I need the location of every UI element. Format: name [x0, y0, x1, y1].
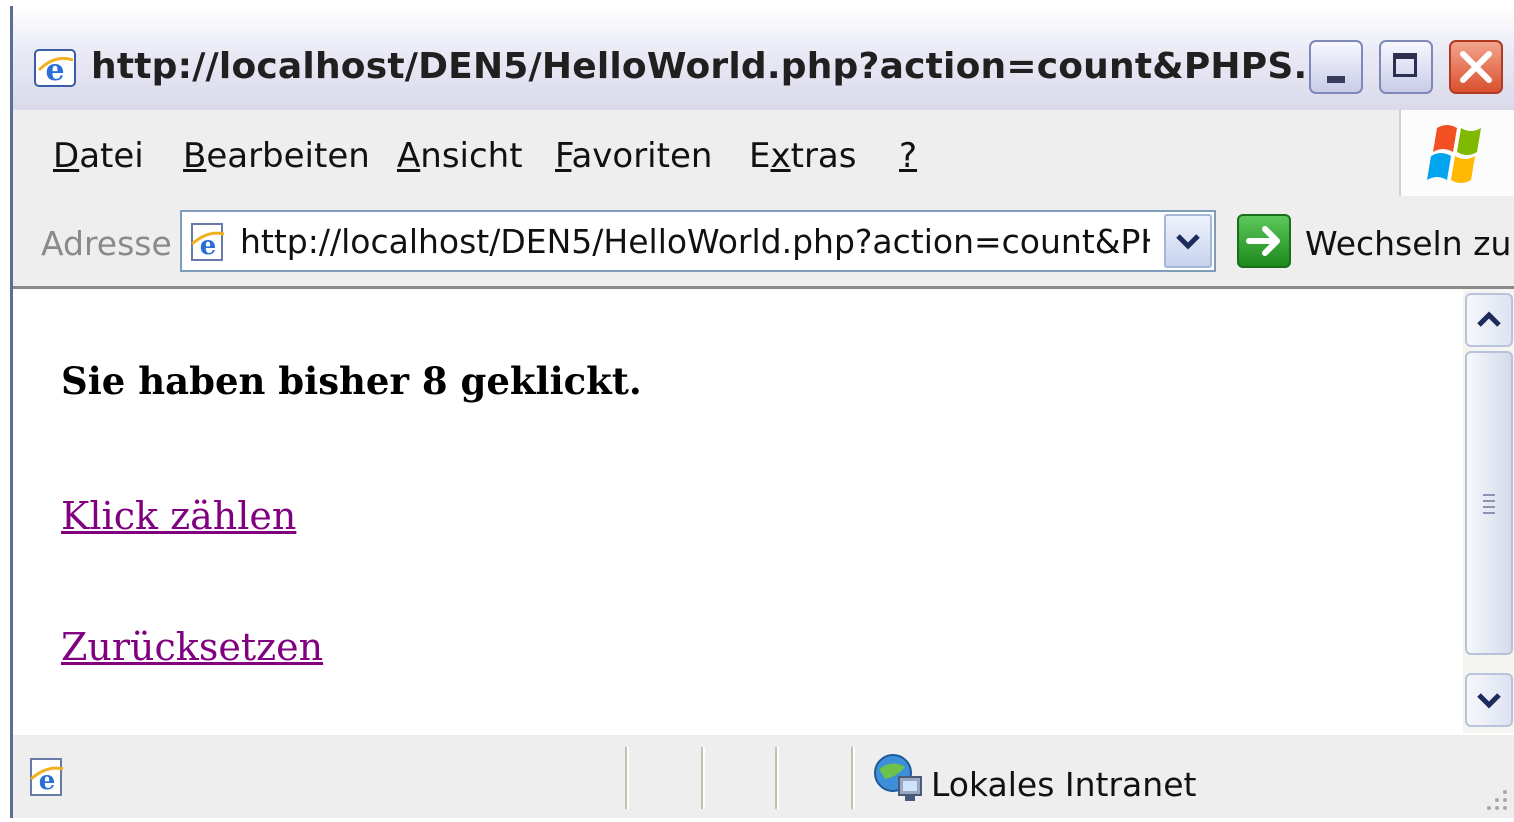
- go-arrow-icon: [1246, 226, 1280, 256]
- menu-datei[interactable]: Datei: [53, 136, 144, 176]
- menu-favoriten-accel: F: [555, 136, 572, 176]
- grip-lines-icon: [1483, 494, 1495, 514]
- menu-ansicht-accel: A: [397, 136, 421, 176]
- status-divider: [851, 747, 855, 809]
- menu-extras-pre: E: [749, 136, 771, 176]
- count-click-link[interactable]: Klick zählen: [61, 494, 296, 538]
- close-button[interactable]: [1449, 40, 1503, 94]
- status-divider: [625, 747, 629, 809]
- menu-bearbeiten-label: earbeiten: [206, 136, 370, 176]
- ie-page-icon: e: [30, 758, 64, 796]
- status-divider: [775, 747, 779, 809]
- menu-favoriten-label: avoriten: [571, 136, 713, 176]
- vertical-scrollbar[interactable]: [1463, 289, 1514, 733]
- go-label[interactable]: Wechseln zu: [1305, 224, 1511, 263]
- windows-flag-icon: [1427, 125, 1481, 183]
- address-bar: Adresse e http://localhost/DEN5/HelloWor…: [13, 198, 1514, 289]
- maximize-button[interactable]: [1379, 40, 1433, 94]
- scroll-thumb[interactable]: [1465, 351, 1513, 655]
- address-dropdown-button[interactable]: [1164, 214, 1212, 268]
- scroll-up-button[interactable]: [1465, 293, 1513, 347]
- chevron-down-icon: [1176, 234, 1200, 250]
- status-bar: e Lokales Intranet: [13, 733, 1514, 818]
- browser-window: e http://localhost/DEN5/HelloWorld.php?a…: [10, 6, 1514, 818]
- menu-ansicht[interactable]: Ansicht: [397, 136, 523, 176]
- menu-ansicht-label: nsicht: [420, 136, 523, 176]
- menu-favoriten[interactable]: Favoriten: [555, 136, 712, 176]
- menu-bearbeiten[interactable]: Bearbeiten: [183, 136, 370, 176]
- menu-extras[interactable]: Extras: [749, 136, 856, 176]
- minimize-button[interactable]: [1309, 40, 1363, 94]
- close-icon: [1460, 51, 1492, 83]
- menu-bearbeiten-accel: B: [183, 136, 207, 176]
- page-content: Sie haben bisher 8 geklickt. Klick zähle…: [13, 289, 1514, 736]
- intranet-icon: [874, 754, 922, 801]
- click-count-message: Sie haben bisher 8 geklickt.: [61, 359, 642, 403]
- menu-datei-accel: D: [53, 136, 80, 176]
- ie-page-icon: e: [191, 223, 225, 261]
- title-bar[interactable]: e http://localhost/DEN5/HelloWorld.php?a…: [13, 6, 1514, 111]
- address-url: http://localhost/DEN5/HelloWorld.php?act…: [240, 222, 1150, 261]
- menu-help-accel: ?: [899, 136, 918, 176]
- chevron-up-icon: [1477, 311, 1501, 327]
- scroll-down-button[interactable]: [1465, 673, 1513, 727]
- address-input[interactable]: e http://localhost/DEN5/HelloWorld.php?a…: [180, 210, 1216, 272]
- menu-bar: Datei Bearbeiten Ansicht Favoriten Extra…: [13, 110, 1514, 200]
- security-zone-label: Lokales Intranet: [931, 765, 1197, 804]
- reset-link[interactable]: Zurücksetzen: [61, 625, 323, 669]
- menu-extras-label: tras: [790, 136, 857, 176]
- go-button[interactable]: [1237, 214, 1291, 268]
- status-divider: [701, 747, 705, 809]
- menu-extras-accel: x: [770, 136, 791, 176]
- window-title: http://localhost/DEN5/HelloWorld.php?act…: [91, 46, 1336, 87]
- menu-datei-label: atei: [79, 136, 144, 176]
- chevron-down-icon: [1477, 693, 1501, 709]
- menu-help[interactable]: ?: [899, 136, 917, 176]
- address-label: Adresse: [41, 224, 172, 263]
- resize-grip-icon[interactable]: [1481, 784, 1511, 814]
- ie-icon: e: [34, 49, 76, 88]
- windows-logo: [1399, 110, 1514, 196]
